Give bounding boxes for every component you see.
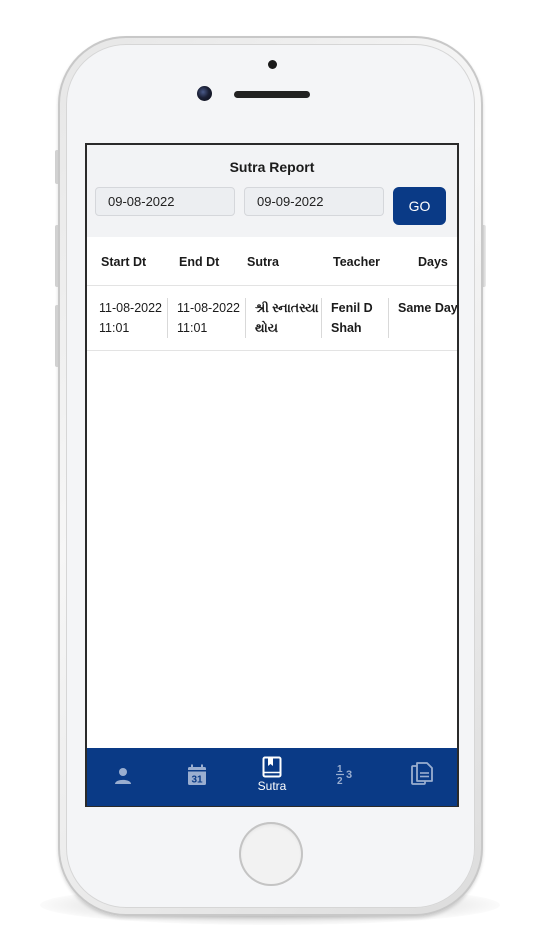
page-title: Sutra Report — [229, 159, 315, 175]
earpiece-speaker — [234, 91, 310, 98]
calendar-icon: 31 — [188, 764, 206, 786]
cell-days: Same Day — [398, 298, 458, 318]
nav-item-sutra[interactable]: Sutra — [242, 748, 302, 806]
svg-text:3: 3 — [346, 769, 352, 781]
days-value: Same Day — [398, 301, 458, 315]
end-date-value: 11-08-2022 — [177, 301, 241, 315]
teacher-name-line1: Fenil D — [331, 301, 373, 315]
document-icon — [411, 762, 433, 785]
svg-text:1: 1 — [337, 764, 343, 775]
nav-item-numbers[interactable]: 1 2 3 — [316, 748, 376, 806]
front-camera — [197, 86, 212, 101]
sutra-name-line2: થોય — [255, 321, 278, 335]
app-screen: Sutra Report 09-08-2022 09-09-2022 GO St… — [85, 143, 459, 807]
column-header-sutra: Sutra — [247, 255, 279, 269]
column-header-teacher: Teacher — [333, 255, 381, 269]
teacher-name-line2: Shah — [331, 321, 362, 335]
table-row[interactable]: 11-08-2022 11:01 11-08-2022 11:01 શ્રી સ… — [87, 286, 457, 351]
person-icon — [115, 768, 131, 784]
numbers-icon: 1 2 3 — [336, 764, 352, 786]
column-divider — [245, 298, 246, 338]
start-time-value: 11:01 — [99, 321, 130, 335]
end-date-input[interactable]: 09-09-2022 — [244, 187, 384, 216]
end-time-value: 11:01 — [177, 321, 208, 335]
cell-start-dt: 11-08-2022 11:01 — [99, 298, 162, 338]
home-button[interactable] — [239, 822, 303, 886]
nav-label-sutra: Sutra — [257, 779, 287, 793]
sutra-name-line1: શ્રી સ્નાતસ્યા — [255, 301, 319, 315]
cell-sutra: શ્રી સ્નાતસ્યા થોય — [255, 298, 319, 338]
start-date-input[interactable]: 09-08-2022 — [95, 187, 235, 216]
table-header: Start Dt End Dt Sutra Teacher Days — [87, 237, 457, 286]
report-header: Sutra Report 09-08-2022 09-09-2022 GO — [87, 145, 457, 237]
bottom-navigation: 31 Sutra 1 2 3 — [87, 748, 457, 806]
proximity-sensor — [268, 60, 277, 69]
column-header-days: Days — [418, 255, 448, 269]
book-icon — [262, 756, 282, 778]
nav-item-profile[interactable] — [93, 748, 153, 806]
svg-text:2: 2 — [337, 776, 343, 786]
cell-teacher: Fenil D Shah — [331, 298, 373, 338]
start-date-value: 11-08-2022 — [99, 301, 163, 315]
column-header-start-dt: Start Dt — [101, 255, 147, 269]
column-divider — [321, 298, 322, 338]
go-button[interactable]: GO — [393, 187, 446, 225]
cell-end-dt: 11-08-2022 11:01 — [177, 298, 240, 338]
nav-item-calendar[interactable]: 31 — [167, 748, 227, 806]
column-divider — [167, 298, 168, 338]
nav-item-documents[interactable] — [392, 748, 452, 806]
calendar-icon-badge: 31 — [191, 775, 203, 786]
column-divider — [388, 298, 389, 338]
column-header-end-dt: End Dt — [179, 255, 220, 269]
